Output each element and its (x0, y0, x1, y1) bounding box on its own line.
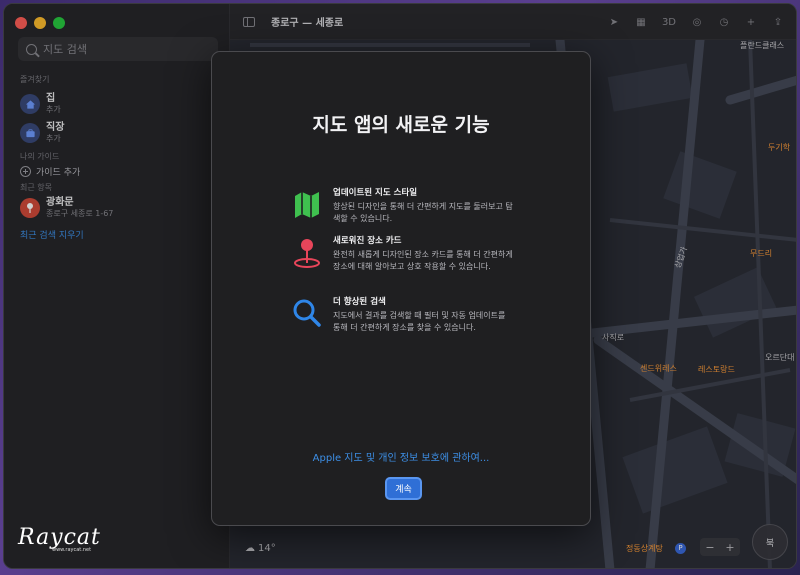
watermark: Raycat www.raycat.net (18, 525, 101, 553)
location-pin-icon (294, 239, 320, 268)
feature-desc: 지도에서 결과를 검색할 때 필터 및 자동 업데이트를 통해 더 간편하게 장… (333, 311, 506, 332)
whats-new-dialog: 지도 앱의 새로운 기능 업데이트된 지도 스타일 향상된 디자인을 통해 더 … (211, 51, 591, 526)
feature-item: 더 향상된 검색 지도에서 결과를 검색할 때 필터 및 자동 업데이트를 통해… (292, 297, 572, 333)
dialog-title: 지도 앱의 새로운 기능 (312, 114, 490, 136)
feature-title: 새로워진 장소 카드 (333, 236, 402, 246)
privacy-link[interactable]: Apple 지도 및 개인 정보 보호에 관하여... (212, 449, 590, 464)
feature-title: 더 향상된 검색 (333, 297, 386, 307)
feature-desc: 완전히 새롭게 디자인된 장소 카드를 통해 더 간편하게 장소에 대해 알아보… (333, 250, 513, 271)
feature-item: 업데이트된 지도 스타일 향상된 디자인을 통해 더 간편하게 지도를 둘러보고… (292, 188, 572, 224)
map-icon (295, 192, 319, 218)
maps-window: 즐겨찾기 집 추가 직장 추가 나의 가이드 가이드 추가 최근 항목 (3, 3, 797, 569)
continue-button[interactable]: 계속 (385, 477, 422, 500)
feature-item: 새로워진 장소 카드 완전히 새롭게 디자인된 장소 카드를 통해 더 간편하게… (292, 236, 572, 272)
feature-title: 업데이트된 지도 스타일 (333, 188, 418, 198)
magnifier-icon (293, 299, 321, 327)
feature-desc: 향상된 디자인을 통해 더 간편하게 지도를 둘러보고 탐색할 수 있습니다. (333, 202, 513, 223)
